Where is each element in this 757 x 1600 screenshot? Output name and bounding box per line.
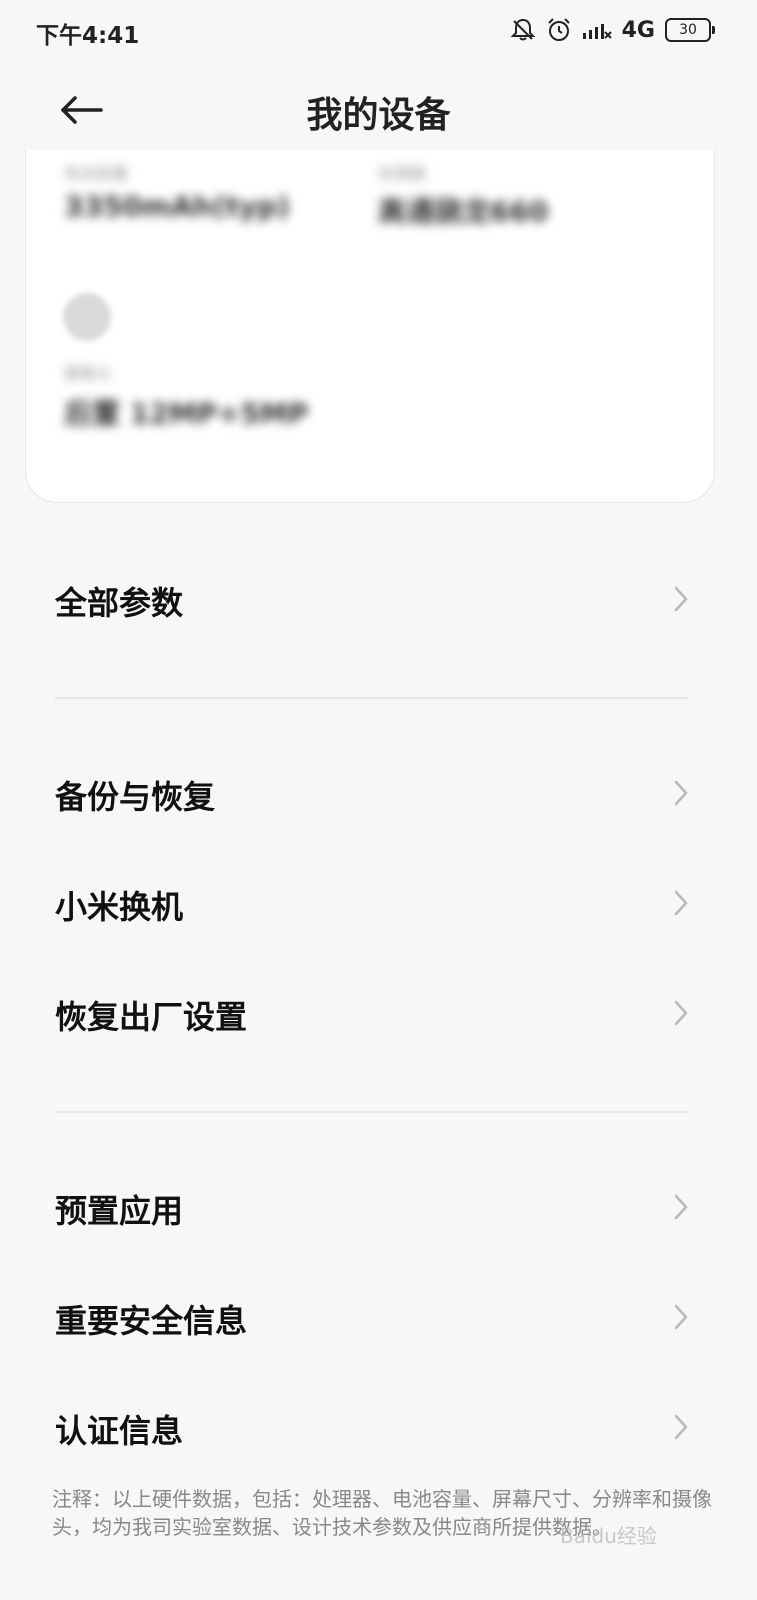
- menu-item-certification[interactable]: 认证信息: [55, 1394, 695, 1464]
- header: 我的设备: [0, 62, 757, 162]
- page-title: 我的设备: [306, 95, 451, 136]
- cpu-value: 高通骁龙660: [378, 195, 549, 228]
- spec-card: 电池容量 3350mAh(typ) 处理器 高通骁龙660 摄像头 后置 12M…: [25, 150, 715, 503]
- chevron-right-icon: [673, 999, 689, 1031]
- battery-label: 电池容量: [64, 164, 129, 183]
- signal-icon: [582, 19, 612, 41]
- battery-icon: 30: [665, 18, 715, 42]
- menu-item-label: 重要安全信息: [55, 1302, 248, 1340]
- section-divider: [55, 697, 688, 699]
- menu-item-label: 认证信息: [55, 1412, 184, 1450]
- alarm-icon: [546, 17, 572, 43]
- menu-item-factory-reset[interactable]: 恢复出厂设置: [55, 980, 695, 1050]
- menu-item-backup-restore[interactable]: 备份与恢复: [55, 760, 695, 830]
- status-icons: 4G 30: [510, 14, 715, 46]
- battery-value: 3350mAh(typ): [64, 190, 290, 223]
- bell-off-icon: [510, 17, 536, 43]
- menu-item-safety-info[interactable]: 重要安全信息: [55, 1284, 695, 1354]
- menu-item-label: 小米换机: [55, 888, 184, 926]
- chevron-right-icon: [673, 889, 689, 921]
- camera-label: 摄像头: [64, 364, 113, 383]
- chevron-right-icon: [673, 1413, 689, 1445]
- camera-value: 后置 12MP+5MP: [64, 397, 309, 430]
- menu-item-preinstalled-apps[interactable]: 预置应用: [55, 1174, 695, 1244]
- status-time: 下午4:41: [36, 23, 140, 49]
- menu-item-mi-mover[interactable]: 小米换机: [55, 870, 695, 940]
- menu-item-label: 恢复出厂设置: [55, 998, 248, 1036]
- camera-icon: [63, 293, 111, 341]
- chevron-right-icon: [673, 779, 689, 811]
- chevron-right-icon: [673, 585, 689, 617]
- menu-item-all-params[interactable]: 全部参数: [55, 566, 695, 636]
- section-divider: [55, 1111, 688, 1113]
- cpu-label: 处理器: [378, 164, 427, 183]
- menu-item-label: 预置应用: [55, 1192, 184, 1230]
- watermark: Baidu经验: [560, 1524, 657, 1548]
- network-type: 4G: [621, 17, 655, 43]
- menu-item-label: 全部参数: [55, 584, 184, 622]
- chevron-right-icon: [673, 1303, 689, 1335]
- status-bar: 下午4:41 4G 30: [0, 0, 757, 62]
- menu-item-label: 备份与恢复: [55, 778, 216, 816]
- chevron-right-icon: [673, 1193, 689, 1225]
